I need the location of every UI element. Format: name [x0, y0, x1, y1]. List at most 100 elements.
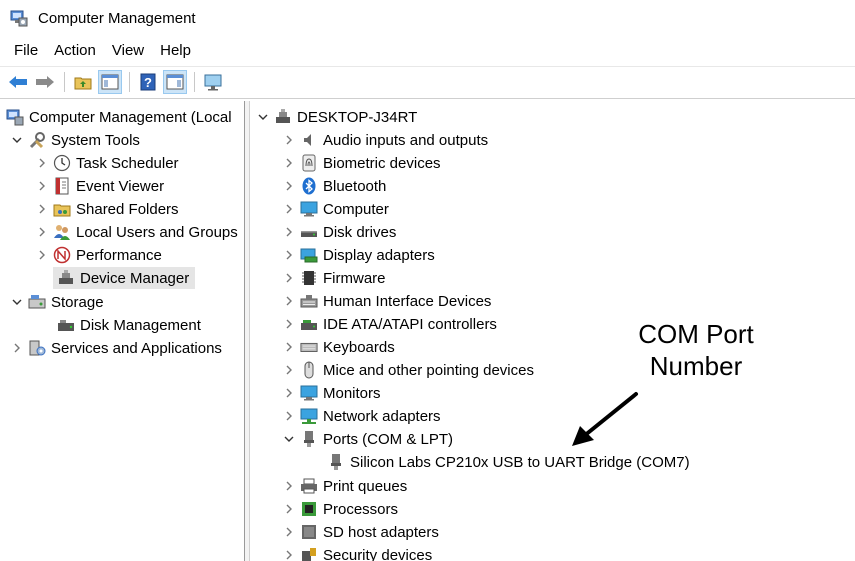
device-category-security[interactable]: Security devices: [282, 544, 432, 561]
chevron-right-icon[interactable]: [282, 479, 296, 493]
computer-management-icon: [10, 9, 28, 27]
toolbar-separator: [129, 71, 130, 92]
chevron-right-icon[interactable]: [282, 340, 296, 354]
computer-monitor-icon: [300, 200, 318, 218]
chevron-down-icon[interactable]: [282, 432, 296, 446]
chevron-right-icon[interactable]: [282, 363, 296, 377]
back-arrow-icon: [9, 75, 27, 88]
printer-icon: [300, 477, 318, 495]
menu-bar: File Action View Help: [0, 38, 207, 62]
device-category-label: Computer: [323, 200, 389, 218]
device-category-label: Firmware: [323, 269, 386, 287]
menu-action[interactable]: Action: [54, 40, 96, 61]
monitor-icon: [204, 74, 222, 90]
menu-help[interactable]: Help: [160, 40, 191, 61]
device-root-label: DESKTOP-J34RT: [297, 108, 418, 126]
device-item-label: Silicon Labs CP210x USB to UART Bridge (…: [350, 453, 690, 471]
chevron-right-icon[interactable]: [282, 502, 296, 516]
device-category-computer[interactable]: Computer: [282, 198, 389, 220]
tree-item-system-tools[interactable]: System Tools: [10, 129, 140, 151]
chevron-down-icon[interactable]: [256, 110, 270, 124]
device-category-disk-drives[interactable]: Disk drives: [282, 221, 396, 243]
device-category-sd-host[interactable]: SD host adapters: [282, 521, 439, 543]
annotation-line-2: Number: [649, 351, 743, 381]
chevron-right-icon[interactable]: [282, 225, 296, 239]
tree-item-disk-management[interactable]: Disk Management: [53, 314, 201, 336]
chevron-right-icon[interactable]: [282, 525, 296, 539]
chevron-down-icon[interactable]: [10, 295, 24, 309]
tree-label: Local Users and Groups: [76, 223, 238, 241]
pane-divider: [0, 98, 855, 99]
device-category-mice[interactable]: Mice and other pointing devices: [282, 359, 534, 381]
tree-item-local-users[interactable]: Local Users and Groups: [35, 221, 238, 243]
tree-item-services[interactable]: Services and Applications: [10, 337, 222, 359]
device-category-bluetooth[interactable]: Bluetooth: [282, 175, 386, 197]
chevron-right-icon[interactable]: [282, 317, 296, 331]
tree-label: Shared Folders: [76, 200, 179, 218]
chevron-right-icon[interactable]: [35, 156, 49, 170]
forward-button[interactable]: [33, 70, 57, 94]
chevron-right-icon[interactable]: [282, 156, 296, 170]
show-hide-console-tree-button[interactable]: [98, 69, 122, 94]
network-adapter-icon: [300, 407, 318, 425]
chevron-right-icon[interactable]: [282, 294, 296, 308]
chevron-right-icon[interactable]: [10, 341, 24, 355]
device-category-label: Monitors: [323, 384, 381, 402]
chevron-right-icon[interactable]: [35, 225, 49, 239]
console-tree-icon: [101, 74, 119, 89]
tree-item-event-viewer[interactable]: Event Viewer: [35, 175, 164, 197]
services-icon: [28, 339, 46, 357]
menu-file[interactable]: File: [14, 40, 38, 61]
window-title: Computer Management: [38, 9, 196, 27]
disk-icon: [57, 316, 75, 334]
chevron-right-icon[interactable]: [35, 179, 49, 193]
security-device-icon: [300, 546, 318, 561]
device-category-label: Bluetooth: [323, 177, 387, 195]
chevron-right-icon[interactable]: [282, 548, 296, 561]
chevron-right-icon[interactable]: [282, 409, 296, 423]
device-category-print-queues[interactable]: Print queues: [282, 475, 407, 497]
title-bar: Computer Management: [0, 0, 855, 36]
device-category-audio[interactable]: Audio inputs and outputs: [282, 129, 488, 151]
device-root[interactable]: DESKTOP-J34RT: [256, 106, 417, 128]
tree-item-task-scheduler[interactable]: Task Scheduler: [35, 152, 179, 174]
mouse-icon: [300, 361, 318, 379]
device-category-network[interactable]: Network adapters: [282, 405, 441, 427]
tree-item-device-manager[interactable]: Device Manager: [53, 267, 196, 289]
chevron-right-icon[interactable]: [35, 202, 49, 216]
device-category-display[interactable]: Display adapters: [282, 244, 435, 266]
chevron-right-icon[interactable]: [35, 248, 49, 262]
tree-item-storage[interactable]: Storage: [10, 291, 104, 313]
chevron-down-icon[interactable]: [10, 133, 24, 147]
tree-item-performance[interactable]: Performance: [35, 244, 162, 266]
chevron-right-icon[interactable]: [282, 248, 296, 262]
port-connector-icon: [300, 430, 318, 448]
tree-label: Services and Applications: [51, 339, 222, 357]
chevron-right-icon[interactable]: [282, 271, 296, 285]
storage-icon: [28, 293, 46, 311]
device-category-ports[interactable]: Ports (COM & LPT): [282, 428, 453, 450]
help-button[interactable]: ?: [136, 70, 160, 94]
show-hide-action-pane-button[interactable]: [163, 69, 187, 94]
tools-icon: [28, 131, 46, 149]
back-button[interactable]: [6, 70, 30, 94]
chevron-right-icon[interactable]: [282, 386, 296, 400]
device-category-monitors[interactable]: Monitors: [282, 382, 381, 404]
computer-management-icon: [6, 108, 24, 126]
chevron-right-icon[interactable]: [282, 133, 296, 147]
device-item-cp210x-com7[interactable]: Silicon Labs CP210x USB to UART Bridge (…: [327, 451, 690, 473]
device-category-keyboards[interactable]: Keyboards: [282, 336, 395, 358]
device-category-ide[interactable]: IDE ATA/ATAPI controllers: [282, 313, 497, 335]
tree-item-computer-management[interactable]: Computer Management (Local: [6, 106, 232, 128]
device-category-biometric[interactable]: Biometric devices: [282, 152, 441, 174]
tree-item-shared-folders[interactable]: Shared Folders: [35, 198, 179, 220]
computer-tower-icon: [274, 108, 292, 126]
device-category-firmware[interactable]: Firmware: [282, 267, 386, 289]
chevron-right-icon[interactable]: [282, 179, 296, 193]
device-category-processors[interactable]: Processors: [282, 498, 398, 520]
device-category-hid[interactable]: Human Interface Devices: [282, 290, 491, 312]
up-level-button[interactable]: [71, 70, 95, 94]
menu-view[interactable]: View: [112, 40, 144, 61]
display-device-button[interactable]: [201, 70, 225, 94]
chevron-right-icon[interactable]: [282, 202, 296, 216]
